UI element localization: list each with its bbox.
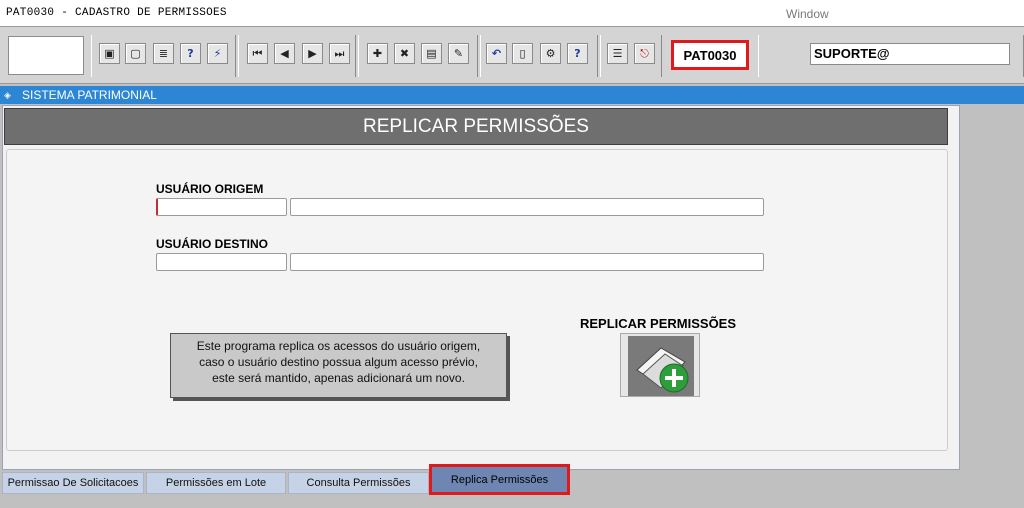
toolbar: ▣ ▢ ≣ ? ⚡ ⏮ ◀ ▶ ⏭ ✚ ✖ ▤ ✎ ↶ ▯ ⚙ ? ☰ ⎋ PA… — [0, 26, 1024, 84]
last-record-icon[interactable]: ⏭ — [329, 43, 350, 64]
tab-consulta-permissoes[interactable]: Consulta Permissões — [288, 472, 429, 494]
clear-form-icon[interactable]: ▤ — [421, 43, 442, 64]
insert-record-icon[interactable]: ✚ — [367, 43, 388, 64]
print-icon[interactable]: ≣ — [153, 43, 174, 64]
paste-icon[interactable]: ▯ — [512, 43, 533, 64]
print-preview-icon[interactable]: ▢ — [125, 43, 146, 64]
usuario-destino-label: USUÁRIO DESTINO — [156, 237, 269, 251]
system-name: SISTEMA PATRIMONIAL — [22, 88, 157, 102]
edit-icon[interactable]: ✎ — [448, 43, 469, 64]
system-icon: ◈ — [4, 90, 11, 100]
delete-record-icon[interactable]: ✖ — [394, 43, 415, 64]
save-icon[interactable]: ▣ — [99, 43, 120, 64]
usuario-destino-name-input[interactable] — [290, 253, 764, 271]
next-record-icon[interactable]: ▶ — [302, 43, 323, 64]
logo-area — [8, 36, 84, 75]
info-line-1: Este programa replica os acessos do usuá… — [196, 339, 481, 353]
replicate-add-icon — [628, 336, 694, 396]
first-record-icon[interactable]: ⏮ — [247, 43, 268, 64]
usuario-destino-code-input[interactable] — [156, 253, 287, 271]
replicar-permissoes-button[interactable] — [620, 333, 700, 397]
tab-replica-permissoes[interactable]: Replica Permissões — [429, 464, 570, 495]
title-bar: PAT0030 - CADASTRO DE PERMISSOES Window — [0, 0, 1024, 26]
info-line-3: este será mantido, apenas adicionará um … — [212, 371, 465, 385]
info-message: Este programa replica os acessos do usuá… — [170, 333, 507, 398]
replicar-button-label: REPLICAR PERMISSÕES — [580, 316, 737, 331]
system-bar: ◈ SISTEMA PATRIMONIAL — [0, 86, 1024, 104]
help-icon[interactable]: ? — [567, 43, 588, 64]
page-title: REPLICAR PERMISSÕES — [4, 108, 948, 145]
form-body — [6, 149, 948, 451]
usuario-origem-label: USUÁRIO ORIGEM — [156, 182, 264, 196]
info-line-2: caso o usuário destino possua algum aces… — [199, 355, 478, 369]
undo-icon[interactable]: ↶ — [486, 43, 507, 64]
exit-icon[interactable]: ⎋ — [634, 43, 655, 64]
previous-record-icon[interactable]: ◀ — [274, 43, 295, 64]
tab-permissao-solicitacoes[interactable]: Permissao De Solicitacoes — [2, 472, 144, 494]
query-help-icon[interactable]: ? — [180, 43, 201, 64]
usuario-origem-code-input[interactable] — [156, 198, 287, 216]
program-code: PAT0030 — [671, 40, 749, 70]
menu-icon[interactable]: ☰ — [607, 43, 628, 64]
usuario-origem-name-input[interactable] — [290, 198, 764, 216]
window-menu[interactable]: Window — [786, 7, 829, 21]
tab-permissoes-lote[interactable]: Permissões em Lote — [146, 472, 286, 494]
current-user-field: SUPORTE@ — [810, 43, 1010, 65]
execute-query-icon[interactable]: ⚡ — [207, 43, 228, 64]
window-title: PAT0030 - CADASTRO DE PERMISSOES — [6, 7, 227, 19]
settings-icon[interactable]: ⚙ — [540, 43, 561, 64]
